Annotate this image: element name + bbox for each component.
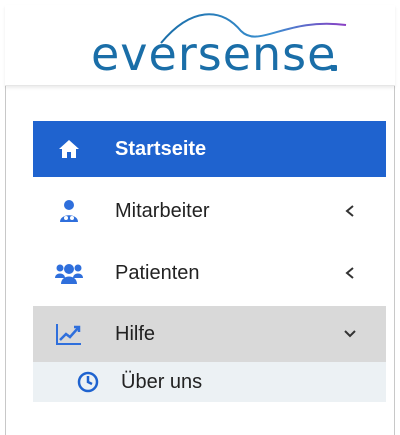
menu-item-label: Hilfe (115, 322, 156, 345)
user-doctor-icon (55, 197, 83, 225)
menu-item-mitarbeiter[interactable]: Mitarbeiter (33, 183, 386, 239)
eversense-logo[interactable]: eversense (91, 13, 347, 83)
users-icon (55, 259, 83, 287)
menu-item-label: Mitarbeiter (115, 199, 210, 222)
logo-text: eversense (91, 27, 337, 81)
submenu-item-label: Über uns (121, 370, 203, 393)
logo-registered-mark (331, 65, 337, 71)
chart-line-icon (55, 320, 83, 348)
chevron-left-icon[interactable] (340, 263, 360, 283)
menu-item-hilfe[interactable]: Hilfe (33, 306, 386, 362)
menu-item-label: Startseite (115, 137, 207, 160)
sidebar-menu: Startseite Mitarbeiter Patienten Hilfe Ü… (33, 121, 386, 402)
submenu-item-ueber-uns[interactable]: Über uns (33, 362, 386, 402)
menu-item-label: Patienten (115, 261, 200, 284)
menu-item-patienten[interactable]: Patienten (33, 245, 386, 301)
clock-icon (77, 371, 99, 393)
home-icon (55, 135, 83, 163)
chevron-left-icon[interactable] (340, 201, 360, 221)
menu-item-startseite[interactable]: Startseite (33, 121, 386, 177)
chevron-down-icon[interactable] (340, 324, 360, 344)
logo-header: eversense (5, 5, 395, 86)
